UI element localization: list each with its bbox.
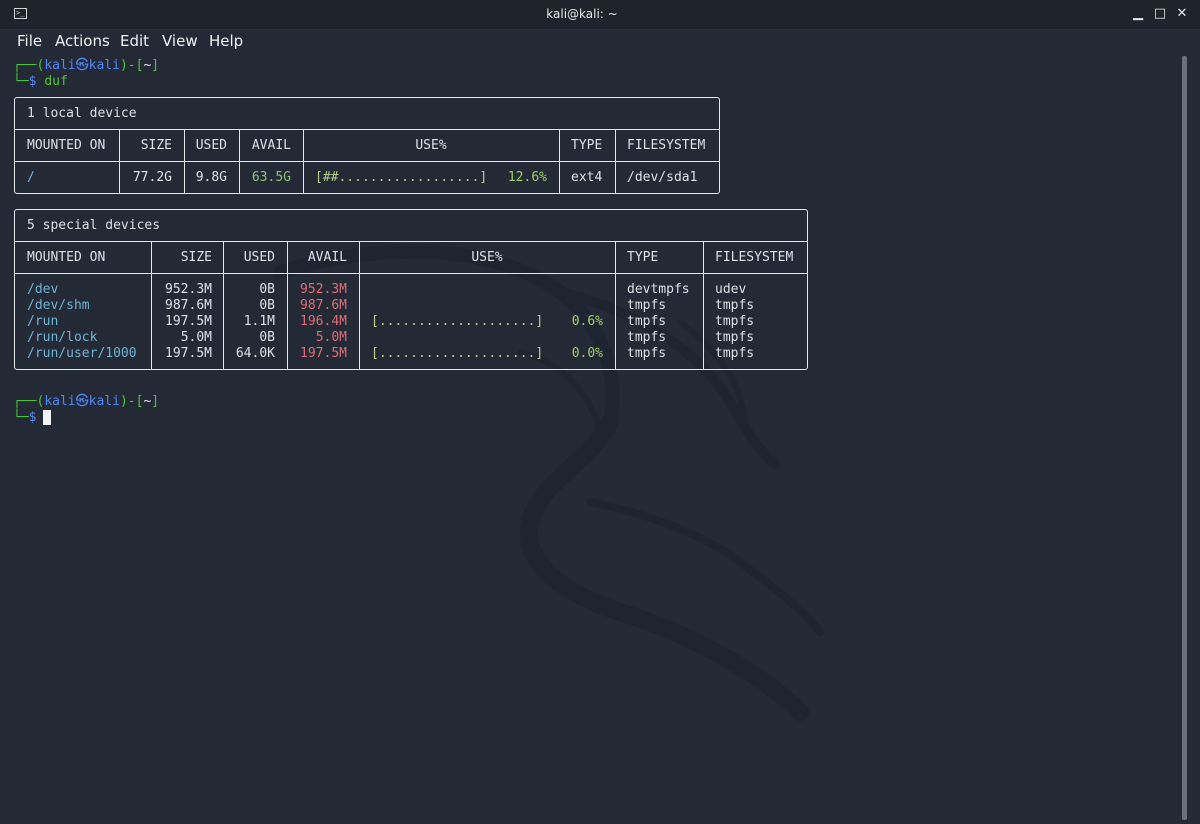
table-row-avail: 196.4M (300, 314, 347, 329)
table-row-avail: 987.6M (300, 298, 347, 313)
prompt-user: kali (44, 394, 76, 409)
menu-file[interactable]: File (17, 32, 42, 50)
prompt-corner-top: ┌──( (13, 58, 45, 73)
table-row-used: 0B (259, 282, 275, 297)
table-row-use-pct: 0.0% (571, 346, 603, 361)
table-row-size: 197.5M (165, 346, 212, 361)
terminal-area[interactable]: ┌──(kali㉿kali)-[~] └─$ duf 1 local devic… (0, 52, 1180, 824)
table-row-use-pct: 12.6% (507, 170, 547, 185)
col-header-filesystem: FILESYSTEM (715, 250, 794, 265)
col-header-mounted: MOUNTED ON (27, 138, 106, 153)
col-header-use-pct: USE% (415, 138, 447, 153)
table-row-avail: 952.3M (300, 282, 347, 297)
prompt-host: kali (88, 394, 120, 409)
col-header-use-pct: USE% (471, 250, 503, 265)
col-header-used: USED (243, 250, 275, 265)
col-header-mounted: MOUNTED ON (27, 250, 106, 265)
table-row-size: 197.5M (165, 314, 212, 329)
table-row-used: 9.8G (195, 170, 227, 185)
col-header-used: USED (195, 138, 227, 153)
table-row-mounted: /dev (27, 282, 59, 297)
table-row-type: tmpfs (627, 346, 667, 361)
local-devices-table: 1 local device MOUNTED ON SIZE USED AVAI… (14, 97, 720, 194)
table-row-avail: 63.5G (251, 170, 291, 185)
table-row-mounted: /run/user/1000 (27, 346, 137, 361)
table-row-size: 5.0M (180, 330, 212, 345)
table-row-type: tmpfs (627, 314, 667, 329)
window-titlebar: >_ kali@kali: ~ ▁ □ ✕ (0, 0, 1200, 30)
scrollbar-thumb[interactable] (1182, 56, 1187, 820)
table-row-used: 1.1M (243, 314, 275, 329)
table-row-avail: 5.0M (315, 330, 347, 345)
window-title: kali@kali: ~ (546, 7, 618, 21)
prompt-at-symbol: ㉿ (75, 58, 89, 73)
col-header-type: TYPE (571, 138, 603, 153)
menu-view[interactable]: View (162, 32, 198, 50)
table-row-type: tmpfs (627, 298, 667, 313)
table-row-size: 952.3M (165, 282, 212, 297)
prompt-dollar: $ (28, 410, 37, 425)
table-row-avail: 197.5M (300, 346, 347, 361)
table-row-filesystem: tmpfs (715, 298, 755, 313)
command-text: duf (44, 74, 68, 89)
table-row-filesystem: tmpfs (715, 314, 755, 329)
minimize-button[interactable]: ▁ (1130, 6, 1146, 22)
table-row-mounted: /run/lock (27, 330, 98, 345)
col-header-size: SIZE (140, 138, 172, 153)
table-row-filesystem: /dev/sda1 (627, 170, 698, 185)
special-devices-table: 5 special devices MOUNTED ON SIZE USED A… (14, 209, 808, 370)
table-row-used: 0B (259, 330, 275, 345)
prompt-at-symbol: ㉿ (75, 394, 89, 409)
maximize-button[interactable]: □ (1152, 6, 1168, 22)
table-row-type: devtmpfs (627, 282, 690, 297)
col-header-size: SIZE (180, 250, 212, 265)
table-row-usage-bar: [##..................] (315, 170, 488, 185)
close-button[interactable]: ✕ (1174, 6, 1190, 22)
prompt-user: kali (44, 58, 76, 73)
table-row-type: tmpfs (627, 330, 667, 345)
table-row-used: 64.0K (235, 346, 275, 361)
special-table-title: 5 special devices (27, 218, 161, 233)
prompt-line-2: └─$ duf (13, 74, 68, 89)
menu-edit[interactable]: Edit (120, 32, 149, 50)
prompt-dollar: $ (28, 74, 37, 89)
table-row-filesystem: tmpfs (715, 346, 755, 361)
table-row-used: 0B (259, 298, 275, 313)
table-row-mounted: /dev/shm (27, 298, 90, 313)
table-row-filesystem: tmpfs (715, 330, 755, 345)
menu-bar: File Actions Edit View Help (0, 30, 1200, 52)
table-row-size: 987.6M (165, 298, 212, 313)
prompt-line-1: ┌──(kali㉿kali)-[~] (13, 58, 160, 73)
local-table-title: 1 local device (27, 106, 137, 121)
menu-actions[interactable]: Actions (55, 32, 110, 50)
table-row-mounted: / (27, 170, 35, 185)
table-row-usage-bar: [....................] (371, 314, 544, 329)
prompt-host: kali (88, 58, 120, 73)
table-row-use-pct: 0.6% (571, 314, 603, 329)
table-row-type: ext4 (571, 170, 603, 185)
prompt-line-3: ┌──(kali㉿kali)-[~] (13, 394, 160, 409)
table-row-filesystem: udev (715, 282, 747, 297)
col-header-type: TYPE (627, 250, 659, 265)
table-row-usage-bar: [....................] (371, 346, 544, 361)
col-header-avail: AVAIL (251, 138, 291, 153)
table-row-mounted: /run (27, 314, 59, 329)
col-header-avail: AVAIL (307, 250, 347, 265)
menu-help[interactable]: Help (209, 32, 243, 50)
col-header-filesystem: FILESYSTEM (627, 138, 706, 153)
table-row-size: 77.2G (132, 170, 172, 185)
text-cursor (43, 410, 51, 425)
prompt-line-4: └─$ (13, 410, 37, 425)
